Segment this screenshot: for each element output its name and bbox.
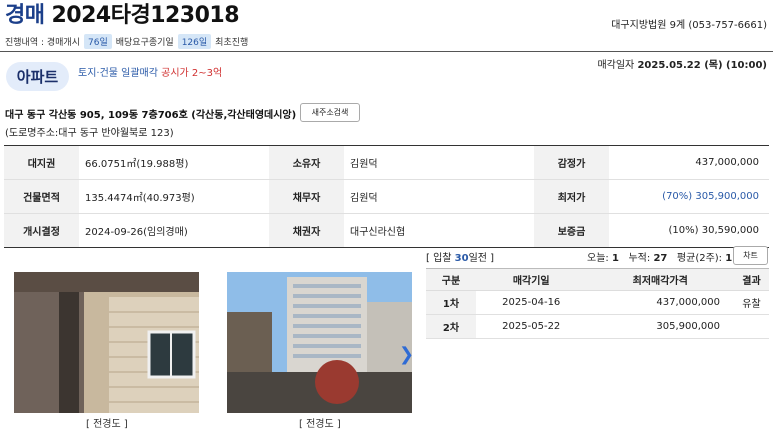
sale-type-text: 토지·건물 일괄매각 [78, 68, 158, 79]
table-row: 대지권 66.0751㎡(19.988평) 소유자 김원덕 감정가 437,00… [4, 145, 769, 180]
sale-date-label: 매각일자 [597, 60, 635, 71]
view-stats: 오늘: 1 누적: 27 평균(2주): 1 [587, 249, 732, 264]
property-address: 대구 동구 각산동 905, 109동 7층706호 (각산동,각산태영데시앙) [5, 110, 297, 121]
date-cell: 2025-04-16 [476, 290, 587, 315]
info-label: 건물면적 [4, 179, 79, 214]
road-address: (도로명주소:대구 동구 반야월북로 123) [5, 128, 174, 139]
round-cell: 1차 [426, 290, 476, 315]
price-cell: 437,000,000 [586, 290, 734, 315]
progress-days-1: 76일 [84, 34, 112, 49]
progress-label: 진행내역 : 경매개시 [5, 38, 80, 48]
bid-countdown: [ 입찰 30일전 ] [426, 249, 494, 264]
avg-label: 평균(2주): [676, 253, 723, 264]
info-label: 최저가 [534, 179, 609, 214]
sale-type-note: 공시가 2~3억 [161, 68, 223, 79]
bid-prefix: [ 입찰 [426, 253, 452, 264]
info-label: 보증금 [534, 213, 609, 248]
divider [0, 51, 773, 52]
progress-step-2: 배당요구종기일 [115, 38, 174, 48]
progress-days-2: 126일 [177, 34, 212, 49]
table-row: 1차 2025-04-16 437,000,000 유찰 [426, 290, 769, 315]
sale-date-value: 2025.05.22 (목) (10:00) [637, 60, 767, 71]
total-count: 27 [653, 253, 668, 264]
avg-count: 1 [725, 253, 733, 264]
property-type-badge: 아파트 [6, 62, 69, 91]
total-label: 누적: [628, 253, 651, 264]
round-cell: 2차 [426, 314, 476, 339]
case-number: 2024타경123018 [51, 3, 240, 28]
property-photo-2[interactable] [227, 272, 412, 413]
today-count: 1 [611, 253, 619, 264]
sale-type: 토지·건물 일괄매각 공시가 2~3억 [78, 64, 222, 79]
progress-bar: 진행내역 : 경매개시 76일 배당요구종기일 126일 최초진행 [5, 34, 248, 49]
building-wall-image [14, 272, 199, 413]
info-value: 김원덕 [344, 145, 534, 180]
photo-caption-2: [ 전경도 ] [299, 419, 341, 430]
table-row: 2차 2025-05-22 305,900,000 [426, 314, 769, 339]
result-cell: 유찰 [734, 290, 769, 315]
info-value: 2024-09-26(임의경매) [85, 227, 188, 238]
result-cell [734, 314, 769, 339]
info-value: (10%) 30,590,000 [668, 225, 759, 236]
column-header: 결과 [734, 268, 769, 291]
new-address-search-button[interactable]: 새주소검색 [300, 103, 360, 122]
bid-suffix: 일전 ] [468, 253, 495, 264]
price-cell: 305,900,000 [586, 314, 734, 339]
info-value: 김원덕 [344, 179, 534, 214]
property-photo-1[interactable] [14, 272, 199, 413]
info-label: 채권자 [269, 213, 344, 248]
photo-caption-1: [ 전경도 ] [86, 419, 128, 430]
table-row: 개시결정 2024-09-26(임의경매) 채권자 대구신라신협 보증금 (10… [4, 213, 769, 248]
auction-kind: 경매 [5, 3, 45, 28]
today-label: 오늘: [587, 253, 609, 264]
date-cell: 2025-05-22 [476, 314, 587, 339]
info-value: 66.0751㎡(19.988평) [79, 145, 269, 180]
court-info: 대구지방법원 9계 (053-757-6661) [611, 20, 767, 31]
chart-button[interactable]: 차트 [733, 246, 768, 265]
column-header: 구분 [426, 268, 476, 291]
table-row: 건물면적 135.4474㎡(40.973평) 채무자 김원덕 최저가 (70%… [4, 179, 769, 214]
info-value: 135.4474㎡(40.973평) [79, 179, 269, 214]
column-header: 최저매각가격 [586, 268, 734, 291]
table-header-row: 구분 매각기일 최저매각가격 결과 [426, 268, 769, 291]
column-header: 매각기일 [476, 268, 587, 291]
info-label: 감정가 [534, 145, 609, 180]
bid-days: 30 [454, 253, 469, 264]
page-header: 경매 2024타경123018 [5, 3, 240, 29]
info-value: 대구신라신협 [350, 227, 406, 238]
info-value: (70%) 305,900,000 [609, 179, 769, 214]
chevron-right-icon[interactable]: ❯ [399, 344, 414, 365]
auction-history-table: 구분 매각기일 최저매각가격 결과 1차 2025-04-16 437,000,… [426, 268, 769, 339]
info-label: 대지권 [4, 145, 79, 180]
info-label: 소유자 [269, 145, 344, 180]
case-title: 경매 2024타경123018 [5, 3, 240, 29]
property-info-table: 대지권 66.0751㎡(19.988평) 소유자 김원덕 감정가 437,00… [4, 145, 769, 248]
info-label: 채무자 [269, 179, 344, 214]
info-value: 437,000,000 [609, 145, 769, 180]
info-label: 개시결정 [4, 213, 79, 248]
progress-step-3: 최초진행 [215, 38, 249, 48]
apartment-tower-image [227, 272, 412, 413]
sale-date: 매각일자 2025.05.22 (목) (10:00) [597, 56, 767, 71]
